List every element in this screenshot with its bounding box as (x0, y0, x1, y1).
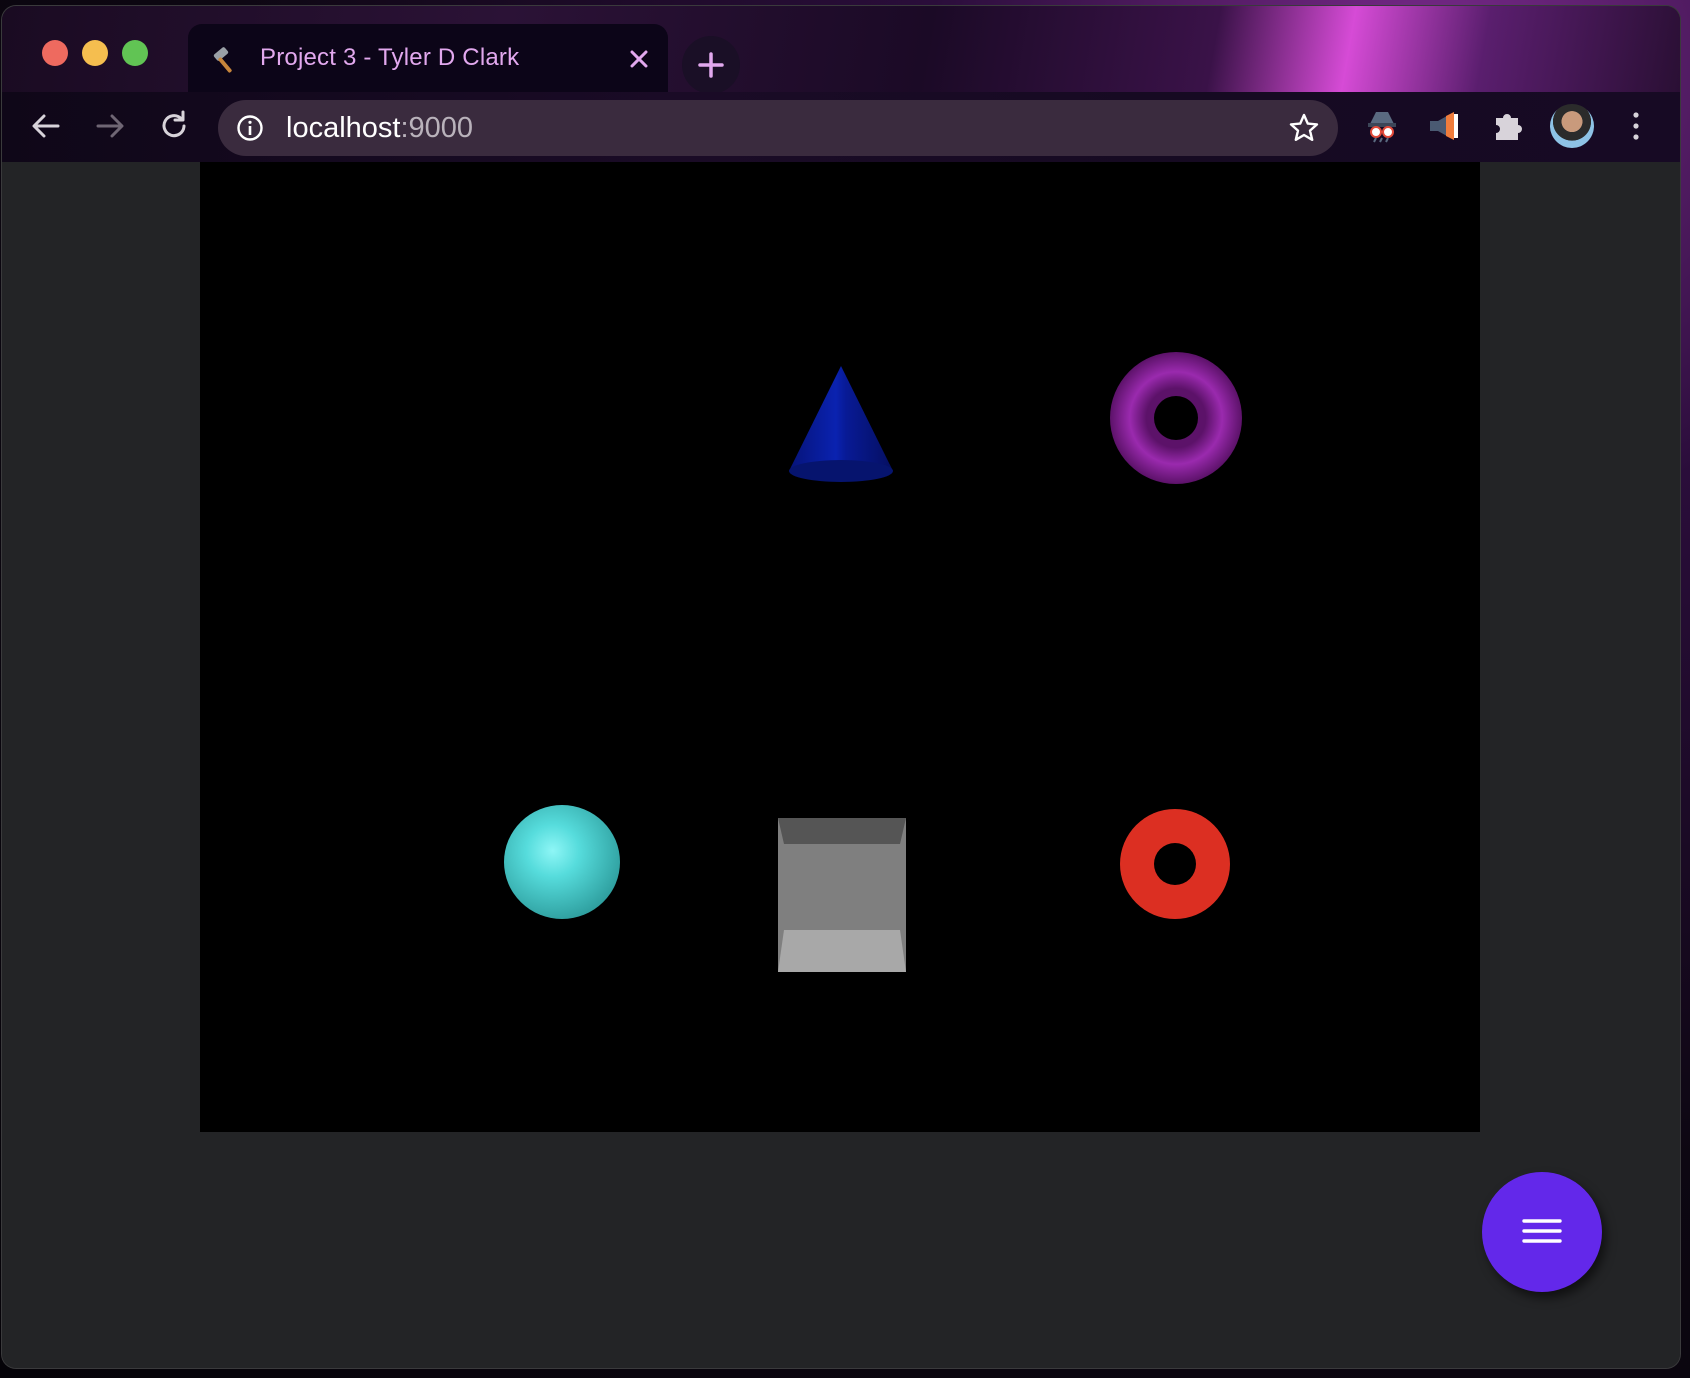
address-bar[interactable]: localhost:9000 (218, 100, 1338, 156)
megaphone-extension-icon[interactable] (1424, 106, 1464, 146)
url-port: :9000 (400, 112, 474, 144)
close-icon[interactable] (624, 44, 654, 74)
url-text[interactable]: localhost:9000 (286, 112, 473, 145)
url-host: localhost (286, 112, 401, 144)
info-icon[interactable] (236, 114, 264, 142)
cube-object (778, 818, 906, 972)
reload-icon[interactable] (156, 108, 192, 144)
maximize-window-button[interactable] (122, 40, 148, 66)
avatar[interactable] (1550, 104, 1594, 148)
sphere-object (504, 805, 620, 919)
webgl-canvas[interactable] (200, 162, 1480, 1132)
tab-title: Project 3 - Tyler D Clark (260, 44, 520, 71)
spy-extension-icon[interactable] (1362, 106, 1402, 146)
kebab-menu-icon[interactable] (1626, 108, 1646, 144)
menu-fab-button[interactable] (1482, 1172, 1602, 1292)
puzzle-icon[interactable] (1488, 106, 1528, 146)
page-content (2, 162, 1680, 1368)
hammer-icon (213, 47, 232, 73)
arrow-right-icon[interactable] (92, 108, 128, 144)
title-bar: Project 3 - Tyler D Clark (2, 6, 1680, 94)
close-window-button[interactable] (42, 40, 68, 66)
hamburger-menu-icon (1522, 1219, 1562, 1243)
purple-torus-object (1110, 352, 1242, 484)
red-torus-object (1120, 809, 1230, 919)
plus-icon[interactable] (682, 36, 740, 94)
star-icon[interactable] (1288, 112, 1320, 144)
browser-toolbar: localhost:9000 (2, 92, 1680, 162)
active-tab[interactable]: Project 3 - Tyler D Clark (188, 24, 668, 92)
cone-object (789, 366, 893, 482)
arrow-left-icon[interactable] (28, 108, 64, 144)
minimize-window-button[interactable] (82, 40, 108, 66)
browser-window: Project 3 - Tyler D Clark localhost:9000 (2, 6, 1680, 1368)
